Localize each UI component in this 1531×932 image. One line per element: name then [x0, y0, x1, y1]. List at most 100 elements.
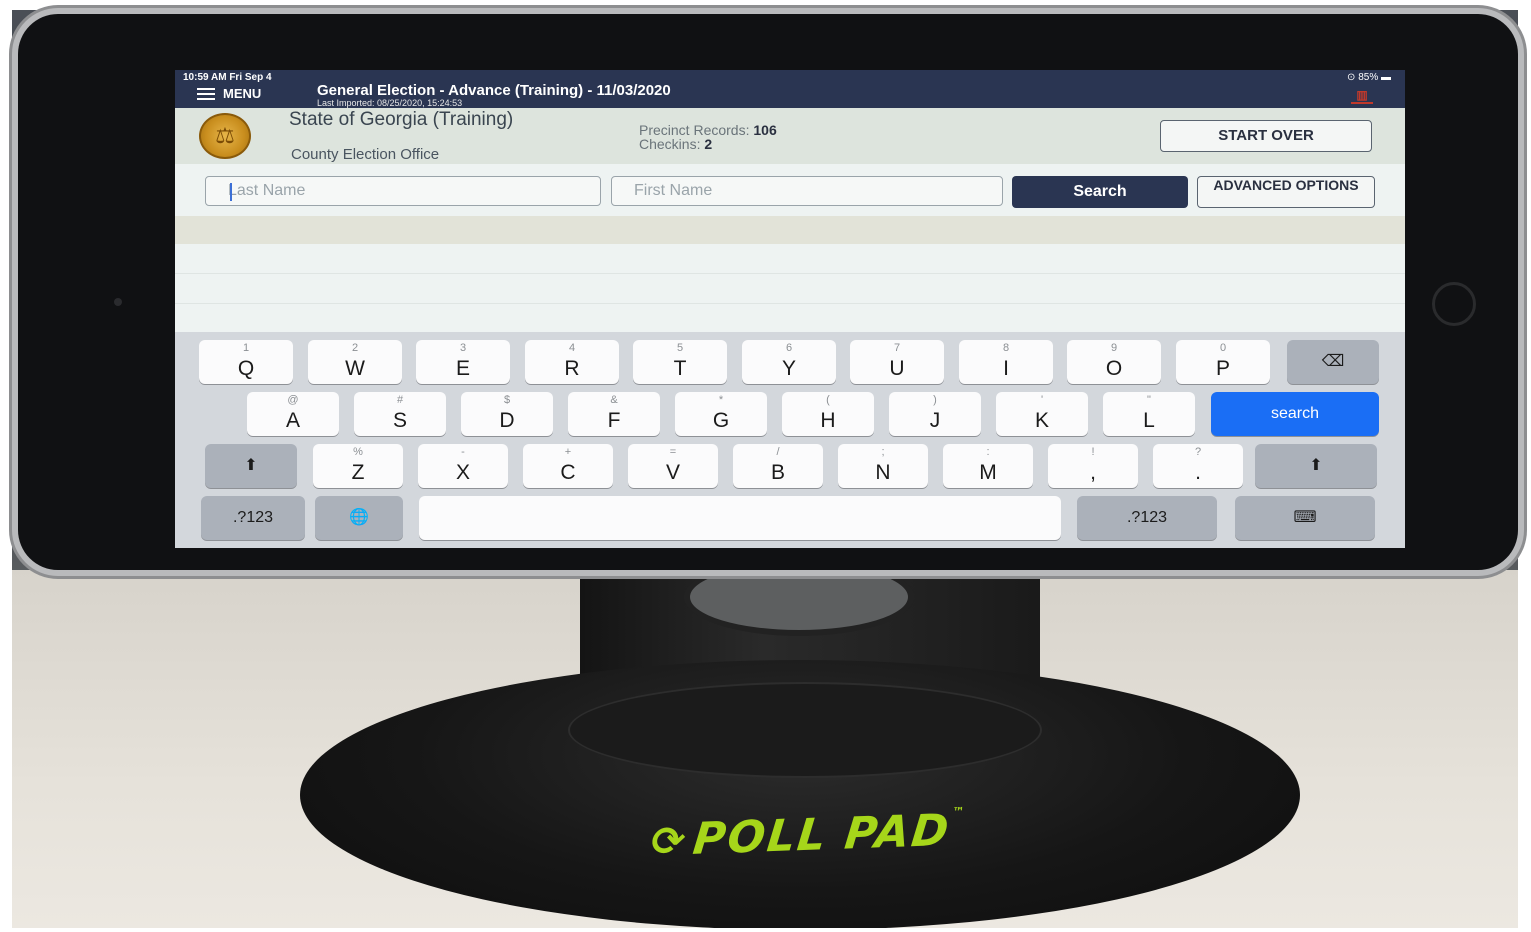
numbers-key-left[interactable]: .?123: [201, 496, 305, 540]
trademark-symbol: ™: [951, 804, 967, 819]
globe-key[interactable]: 🌐: [315, 496, 403, 540]
key-secondary-label: 1: [242, 342, 250, 354]
key-a[interactable]: @ A: [247, 392, 339, 436]
key-i[interactable]: 8I: [959, 340, 1053, 384]
key-secondary-label: 4: [568, 342, 576, 354]
state-seal-icon: ⚖: [199, 113, 251, 159]
key-primary-label: O: [1105, 357, 1123, 380]
menu-label: MENU: [223, 86, 262, 101]
key-c[interactable]: + C: [523, 444, 613, 488]
key-q[interactable]: 1Q: [199, 340, 293, 384]
search-button[interactable]: Search: [1012, 176, 1188, 208]
government-building-icon[interactable]: ▥: [1351, 88, 1373, 104]
results-header-band: [175, 216, 1405, 244]
key-secondary-label: @: [287, 394, 299, 406]
last-name-input[interactable]: Last Name: [205, 176, 601, 206]
key-secondary-label: +: [564, 446, 572, 458]
key-secondary-label: 7: [893, 342, 901, 354]
key-primary-label: .: [1195, 461, 1201, 484]
delete-icon: ⌫: [1321, 353, 1345, 370]
key-w[interactable]: 2W: [308, 340, 402, 384]
key-x[interactable]: -X: [418, 444, 508, 488]
key-primary-label: C: [560, 461, 576, 484]
checkins-value: 2: [704, 136, 713, 152]
key-primary-label: L: [1143, 409, 1155, 432]
key-primary-label: V: [665, 461, 680, 484]
key-r[interactable]: 4R: [525, 340, 619, 384]
key-n[interactable]: ; N: [838, 444, 928, 488]
key-b[interactable]: / B: [733, 444, 823, 488]
key-k[interactable]: ' K: [996, 392, 1088, 436]
key-primary-label: J: [929, 409, 941, 432]
start-over-button[interactable]: START OVER: [1160, 120, 1372, 152]
key-secondary-label: 3: [459, 342, 467, 354]
onscreen-keyboard: ⌫ search ⬆ ⬆ .?123 🌐 .?123 ⌨ 1 Q 2 W 3 E…: [175, 332, 1405, 548]
org-subtitle: County Election Office: [291, 146, 440, 163]
org-name: State of Georgia (Training): [289, 109, 514, 130]
globe-icon: 🌐: [349, 509, 369, 526]
shift-icon: ⬆: [244, 457, 258, 474]
poll-pad-logo-icon: ⟳: [648, 818, 690, 866]
key-primary-label: G: [712, 409, 730, 432]
key-y[interactable]: 6Y: [742, 340, 836, 384]
key-o[interactable]: 9O: [1067, 340, 1161, 384]
key-primary-label: S: [392, 409, 407, 432]
last-imported: Last Imported: 08/25/2020, 15:24:53: [317, 98, 463, 108]
key-v[interactable]: = V: [628, 444, 718, 488]
key-p[interactable]: 0P: [1176, 340, 1270, 384]
key-punct[interactable]: ?.: [1153, 444, 1243, 488]
key-e[interactable]: 3E: [416, 340, 510, 384]
key-secondary-label: 5: [676, 342, 684, 354]
key-secondary-label: /: [776, 446, 780, 458]
numbers-key-label: .?123: [232, 509, 274, 526]
key-secondary-label: ;: [881, 446, 885, 458]
key-primary-label: I: [1003, 357, 1009, 380]
numbers-key-right[interactable]: .?123: [1077, 496, 1217, 540]
home-button[interactable]: [1432, 282, 1476, 326]
key-primary-label: W: [345, 357, 365, 380]
front-camera-icon: [114, 298, 122, 306]
key-g[interactable]: * G: [675, 392, 767, 436]
key-secondary-label: 0: [1219, 342, 1227, 354]
key-secondary-label: &: [610, 394, 618, 406]
key-u[interactable]: 7U: [850, 340, 944, 384]
search-key[interactable]: search: [1211, 392, 1379, 436]
top-navigation-bar: 10:59 AM Fri Sep 4 ⊙ 85% ▬ MENU General …: [175, 70, 1405, 108]
keyboard-hide-icon: ⌨: [1293, 509, 1317, 526]
key-primary-label: A: [285, 409, 300, 432]
key-l[interactable]: " L: [1103, 392, 1195, 436]
first-name-input[interactable]: First Name: [611, 176, 1003, 206]
key-secondary-label: *: [718, 394, 724, 406]
delete-key[interactable]: ⌫: [1287, 340, 1379, 384]
hide-keyboard-key[interactable]: ⌨: [1235, 496, 1375, 540]
election-title: General Election - Advance (Training) - …: [317, 82, 671, 99]
key-t[interactable]: 5T: [633, 340, 727, 384]
key-z[interactable]: % Z: [313, 444, 403, 488]
space-key[interactable]: [419, 496, 1061, 540]
key-d[interactable]: $ D: [461, 392, 553, 436]
key-f[interactable]: & F: [568, 392, 660, 436]
poll-pad-logo-text: POLL PAD: [690, 804, 953, 865]
key-secondary-label: 2: [351, 342, 359, 354]
key-primary-label: F: [607, 409, 621, 432]
tablet-device: 10:59 AM Fri Sep 4 ⊙ 85% ▬ MENU General …: [18, 14, 1518, 570]
key-primary-label: D: [499, 409, 515, 432]
key-h[interactable]: (H: [782, 392, 874, 436]
key-m[interactable]: :M: [943, 444, 1033, 488]
precinct-records-value: 106: [753, 122, 777, 138]
key-punct[interactable]: !,: [1048, 444, 1138, 488]
key-secondary-label: (: [826, 394, 830, 406]
key-secondary-label: ": [1147, 394, 1151, 406]
key-primary-label: H: [820, 409, 836, 432]
text-cursor: [230, 183, 232, 201]
search-key-label: search: [1270, 405, 1320, 422]
shift-right-key[interactable]: ⬆: [1255, 444, 1377, 488]
key-s[interactable]: # S: [354, 392, 446, 436]
key-secondary-label: %: [353, 446, 363, 458]
status-time: 10:59 AM Fri Sep 4: [183, 72, 272, 83]
shift-left-key[interactable]: ⬆: [205, 444, 297, 488]
menu-button[interactable]: MENU: [197, 86, 261, 101]
results-list: [175, 244, 1405, 334]
advanced-options-button[interactable]: ADVANCED OPTIONS: [1197, 176, 1375, 208]
key-j[interactable]: ) J: [889, 392, 981, 436]
